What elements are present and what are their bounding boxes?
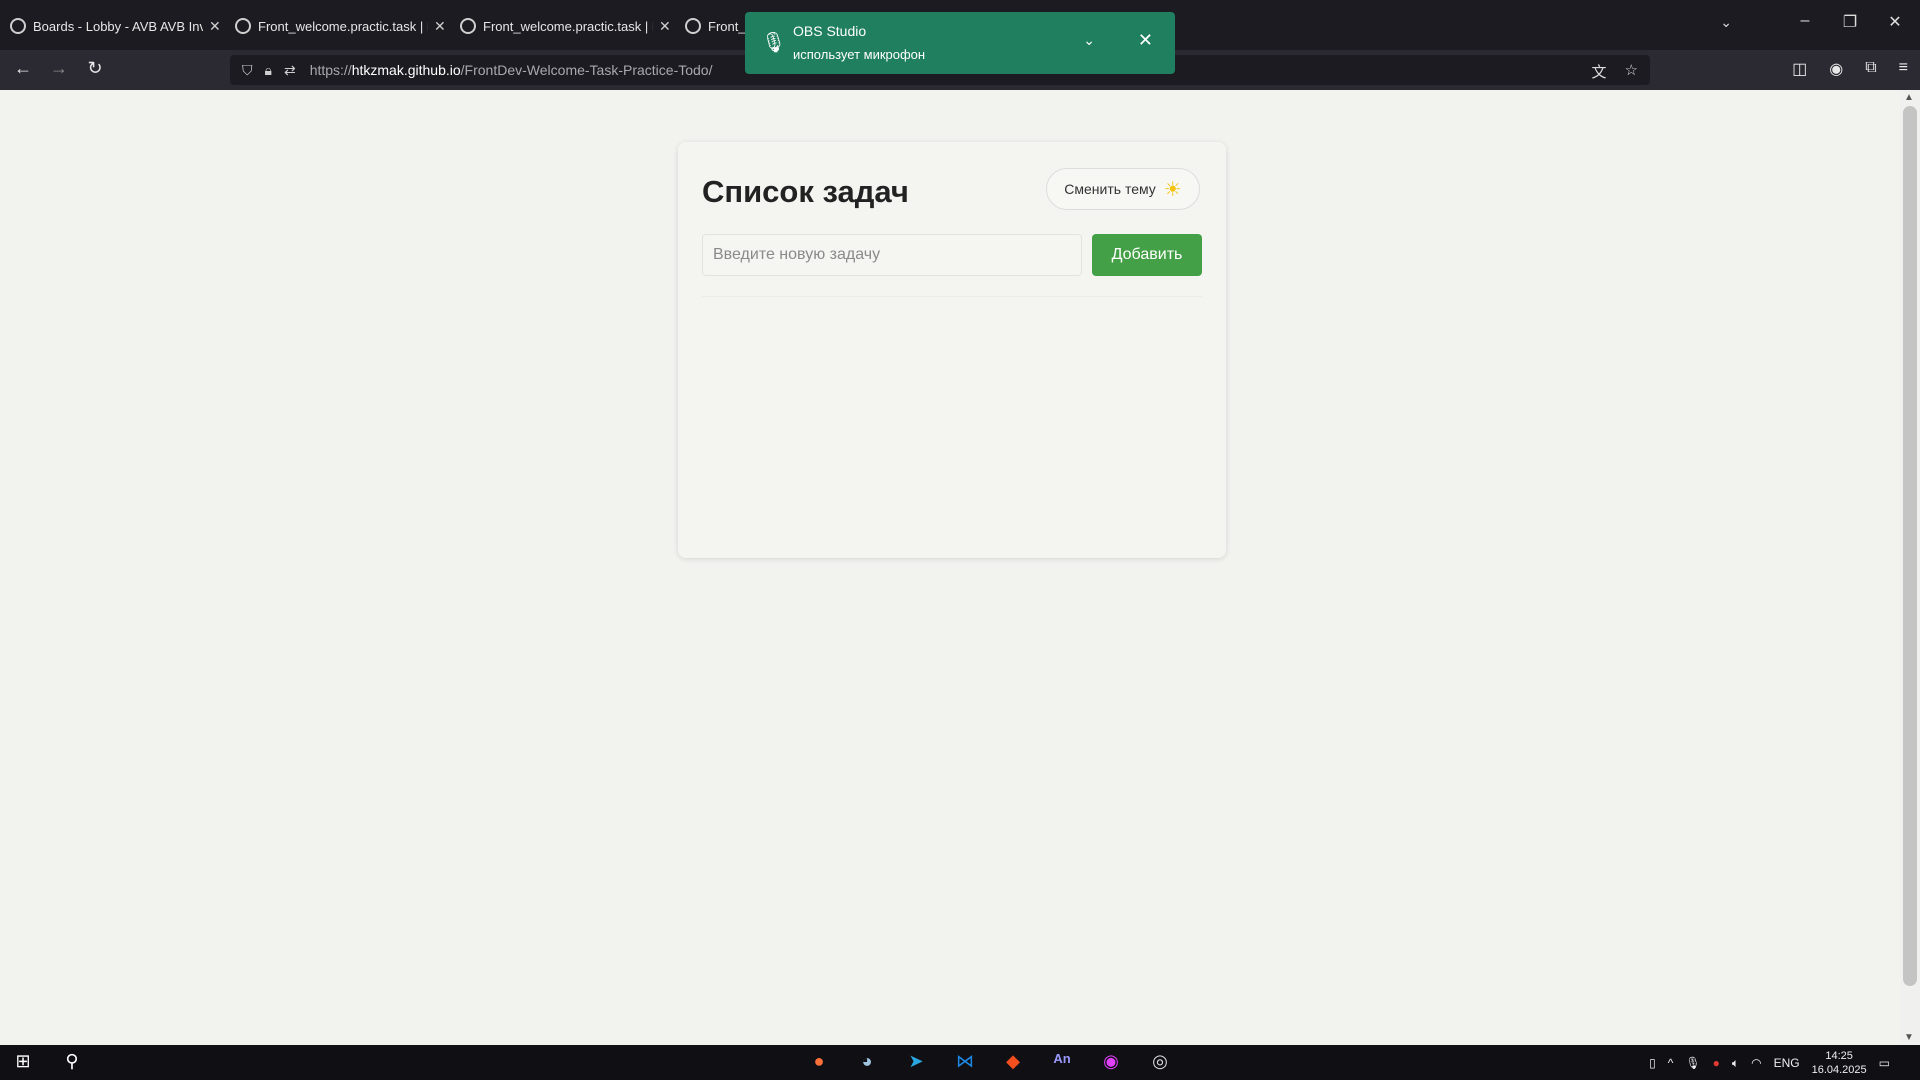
sun-icon: ☀ [1163,178,1182,201]
scroll-thumb[interactable] [1903,106,1917,986]
usb-icon[interactable]: ▯ [1649,1056,1656,1070]
scroll-down-icon[interactable]: ▼ [1904,1032,1914,1043]
shield-icon[interactable]: ⛉ [242,62,253,79]
tab-favicon-icon [460,18,476,34]
obs-icon[interactable]: ◎ [1146,1051,1174,1072]
tab-boards-lobby[interactable]: Boards - Lobby - AVB AVB Inve ✕ [2,10,229,42]
telegram-icon[interactable]: ➤ [902,1051,930,1072]
translate-icon[interactable]: 文 [1592,61,1607,82]
close-icon[interactable]: ✕ [1138,30,1153,51]
clock[interactable]: 14:25 16.04.2025 [1812,1049,1867,1077]
account-icon[interactable]: ◉ [1829,59,1843,79]
forward-arrow-icon[interactable]: → [46,58,72,79]
clock-date: 16.04.2025 [1811,1064,1867,1076]
firefox-icon[interactable]: ● [805,1051,833,1072]
reload-icon[interactable]: ↻ [82,58,108,79]
minimize-icon[interactable]: – [1790,12,1820,30]
page-title: Список задач [702,174,909,209]
steam-icon[interactable]: ◕ [853,1051,881,1072]
lock-icon[interactable]: 🔒︎ [265,62,272,79]
wifi-icon[interactable]: ◠ [1751,1056,1761,1070]
theme-button-label: Сменить тему [1064,181,1156,197]
chevron-up-icon[interactable]: ^ [1668,1056,1674,1070]
scroll-up-icon[interactable]: ▲ [1904,92,1914,103]
todo-card: Список задач Сменить тему ☀ Добавить [678,142,1226,558]
tab-label: Front_welcome.practic.task | Ви [483,18,653,34]
tab-label: Front_welcome.practic.task | Ви [258,18,428,34]
tab-favicon-icon [685,18,701,34]
permissions-icon[interactable]: ⇄ [284,62,296,79]
tab-close-icon[interactable]: ✕ [659,18,671,35]
microphone-tray-icon[interactable]: 🎙︎ [1685,1056,1700,1070]
toggle-theme-button[interactable]: Сменить тему ☀ [1046,168,1200,210]
language-indicator[interactable]: ENG [1774,1056,1800,1070]
menu-icon[interactable]: ≡ [1899,59,1908,79]
volume-icon[interactable]: 🔈︎ [1732,1056,1739,1071]
antivirus-icon[interactable]: ● [1713,1056,1720,1070]
restore-icon[interactable]: ❐ [1835,12,1865,32]
windows-start-icon[interactable]: ⊞ [9,1051,37,1072]
url-text[interactable]: https://htkzmak.github.io/FrontDev-Welco… [310,62,713,78]
extensions-icon[interactable]: ⧉ [1865,59,1876,79]
figma-icon[interactable]: ◆ [999,1051,1027,1072]
add-task-button[interactable]: Добавить [1092,234,1202,276]
browser-icon[interactable]: ◉ [1097,1051,1125,1072]
chevron-down-icon[interactable]: ⌄ [1083,32,1095,49]
notification-subtitle: использует микрофон [793,47,926,62]
notifications-icon[interactable]: ▭ [1879,1056,1890,1070]
windows-taskbar: ⊞ ⚲ ● ◕ ➤ ⋈ ◆ An ◉ ◎ ▯ ^ 🎙︎ ● 🔈︎ ◠ ENG 1… [0,1045,1920,1080]
tab-close-icon[interactable]: ✕ [209,18,221,35]
task-list [702,296,1202,534]
page-scrollbar[interactable]: ▲ ▼ [1900,90,1920,1045]
system-tray: ▯ ^ 🎙︎ ● 🔈︎ ◠ ENG 14:25 16.04.2025 ▭ [1649,1049,1890,1077]
search-icon[interactable]: ⚲ [58,1051,86,1072]
microphone-icon: 🎙︎ [761,32,787,54]
animate-icon[interactable]: An [1048,1051,1076,1066]
new-task-input[interactable] [702,234,1082,276]
tab-label: Boards - Lobby - AVB AVB Inve [33,18,203,34]
bookmark-star-icon[interactable]: ☆ [1625,61,1638,82]
back-arrow-icon[interactable]: ← [10,58,36,79]
tab-list-chevron-icon[interactable]: ⌄ [1720,14,1732,31]
tab-front-welcome-1[interactable]: Front_welcome.practic.task | Ви ✕ [227,10,454,42]
tab-favicon-icon [235,18,251,34]
obs-mic-notification[interactable]: 🎙︎ OBS Studio использует микрофон ⌄ ✕ [745,12,1175,74]
tab-favicon-icon [10,18,26,34]
clock-time: 14:25 [1825,1050,1853,1062]
close-window-icon[interactable]: ✕ [1880,12,1910,32]
vscode-icon[interactable]: ⋈ [951,1051,979,1072]
tab-front-welcome-2[interactable]: Front_welcome.practic.task | Ви ✕ [452,10,679,42]
notification-title: OBS Studio [793,23,867,39]
tab-close-icon[interactable]: ✕ [434,18,446,35]
pocket-icon[interactable]: ◫ [1792,59,1807,79]
page-content: Список задач Сменить тему ☀ Добавить [0,90,1900,1045]
